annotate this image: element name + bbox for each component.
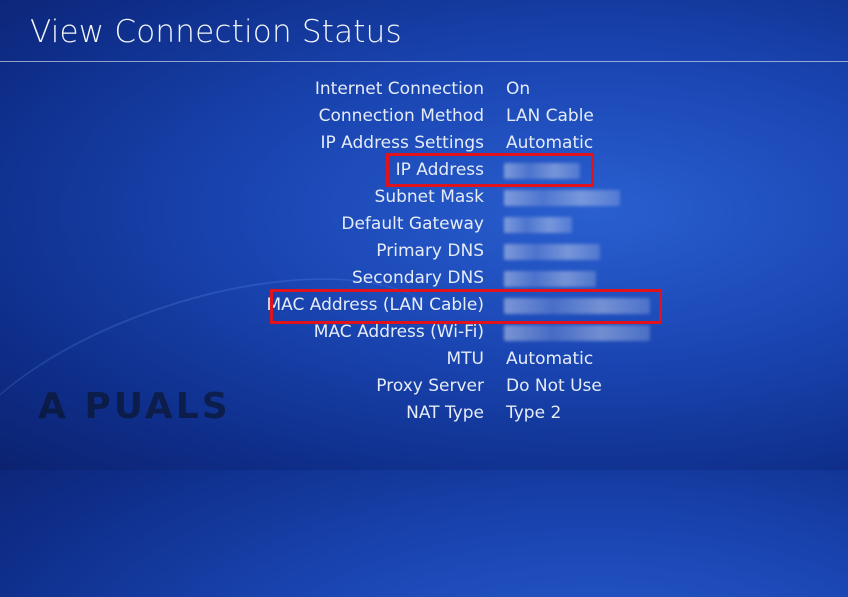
redacted-value bbox=[504, 217, 572, 233]
row-value: On bbox=[506, 79, 531, 99]
row-label: NAT Type bbox=[406, 403, 484, 423]
row-value: Do Not Use bbox=[506, 376, 602, 396]
row-label: Default Gateway bbox=[341, 214, 484, 234]
row-label: MTU bbox=[446, 349, 485, 369]
row-subnet-mask: Subnet Mask bbox=[0, 184, 848, 211]
row-value: LAN Cable bbox=[506, 106, 594, 126]
watermark-logo: A PUALS bbox=[38, 386, 231, 427]
redacted-value bbox=[504, 271, 596, 287]
row-label: Connection Method bbox=[318, 106, 484, 126]
redacted-value bbox=[504, 325, 650, 341]
row-internet-connection: Internet Connection On bbox=[0, 76, 848, 103]
row-value: Automatic bbox=[506, 349, 594, 369]
title-divider bbox=[0, 61, 848, 62]
row-label: Subnet Mask bbox=[374, 187, 484, 207]
row-connection-method: Connection Method LAN Cable bbox=[0, 103, 848, 130]
redacted-value bbox=[504, 244, 600, 260]
row-primary-dns: Primary DNS bbox=[0, 238, 848, 265]
row-value: Type 2 bbox=[506, 403, 562, 423]
mac-address-highlight-box bbox=[270, 289, 662, 324]
page-title: View Connection Status bbox=[30, 14, 402, 50]
row-default-gateway: Default Gateway bbox=[0, 211, 848, 238]
redacted-value bbox=[504, 190, 620, 206]
row-mtu: MTU Automatic bbox=[0, 346, 848, 373]
row-label: Proxy Server bbox=[376, 376, 484, 396]
row-secondary-dns: Secondary DNS bbox=[0, 265, 848, 292]
row-label: Internet Connection bbox=[314, 79, 484, 99]
ip-address-highlight-box bbox=[386, 153, 594, 187]
row-label: Secondary DNS bbox=[351, 268, 484, 288]
row-label: Primary DNS bbox=[376, 241, 484, 261]
